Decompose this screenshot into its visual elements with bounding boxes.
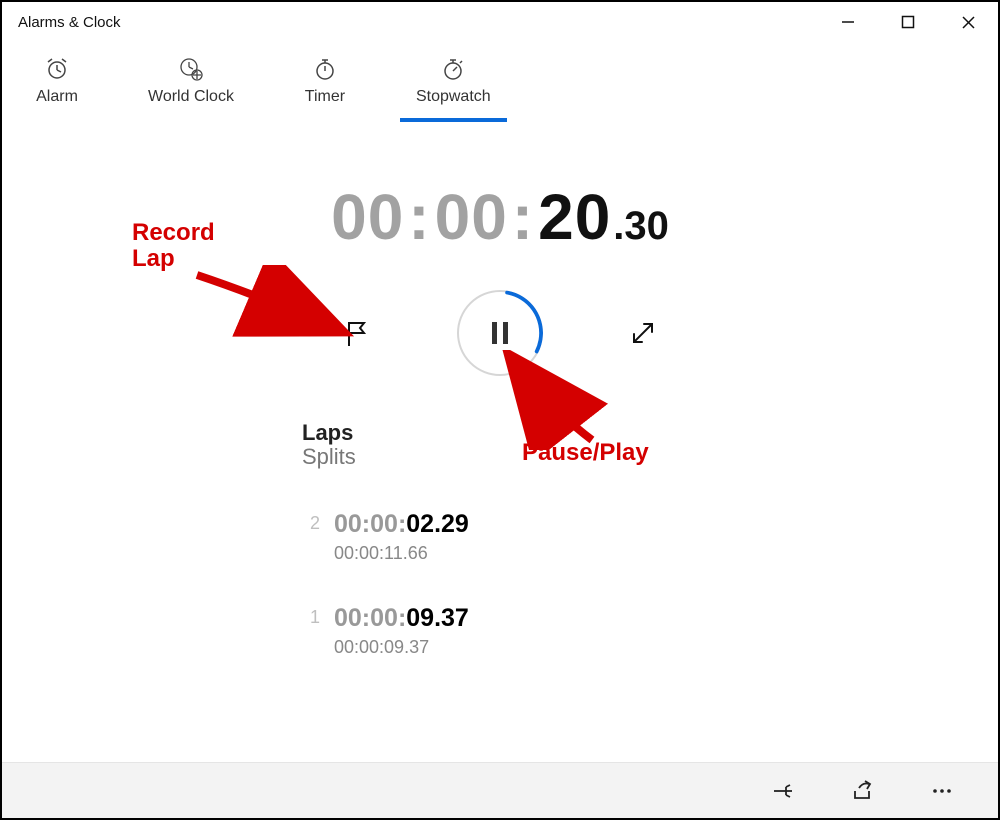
window-close-button[interactable]	[938, 2, 998, 42]
tab-label: World Clock	[148, 88, 234, 106]
time-minutes: 00	[435, 180, 508, 254]
tab-label: Alarm	[36, 88, 78, 106]
annotation-text: Lap	[132, 245, 175, 272]
stopwatch-time: 00 : 00 : 20 .30	[331, 180, 669, 254]
progress-arc-icon	[457, 290, 543, 376]
tab-world-clock[interactable]: World Clock	[132, 50, 250, 120]
lap-time-dim: 00:00:	[334, 604, 406, 632]
lap-index: 1	[302, 604, 320, 628]
lap-row: 1 00:00:09.37 00:00:09.37	[302, 604, 682, 658]
maximize-icon	[901, 15, 915, 29]
stopwatch-controls	[337, 290, 663, 376]
lap-index: 2	[302, 510, 320, 534]
time-colon: :	[404, 180, 434, 254]
timer-icon	[312, 56, 338, 82]
flag-icon	[342, 318, 372, 348]
time-hours: 00	[331, 180, 404, 254]
lap-time-dim: 00:00:	[334, 510, 406, 538]
tab-alarm[interactable]: Alarm	[12, 50, 102, 120]
title-bar: Alarms & Clock	[2, 2, 998, 42]
ellipsis-icon	[930, 779, 954, 803]
lap-row: 2 00:00:02.29 00:00:11.66	[302, 510, 682, 564]
pin-button[interactable]	[762, 771, 802, 811]
time-seconds: 20	[538, 180, 611, 254]
tab-stopwatch[interactable]: Stopwatch	[400, 50, 507, 120]
expand-icon	[629, 319, 657, 347]
splits-heading: Splits	[302, 444, 682, 470]
laps-heading: Laps	[302, 420, 682, 446]
window-minimize-button[interactable]	[818, 2, 878, 42]
more-button[interactable]	[922, 771, 962, 811]
laps-section: Laps Splits 2 00:00:02.29 00:00:11.66 1 …	[302, 420, 682, 658]
tab-bar: Alarm World Clock Timer Stopwatch	[2, 42, 998, 120]
pause-play-button[interactable]	[457, 290, 543, 376]
window-title: Alarms & Clock	[18, 14, 121, 31]
lap-time: 00:00:02.29	[334, 510, 469, 539]
stopwatch-icon	[440, 56, 466, 82]
world-clock-icon	[178, 56, 204, 82]
window-controls	[818, 2, 998, 42]
app-command-bar	[2, 762, 998, 818]
time-colon: :	[508, 180, 538, 254]
annotation-record-lap: Record Lap	[132, 220, 215, 273]
expand-button[interactable]	[623, 313, 663, 353]
lap-button[interactable]	[337, 313, 377, 353]
split-time: 00:00:09.37	[334, 637, 469, 658]
lap-time-bold: 09.37	[406, 604, 469, 632]
tab-timer[interactable]: Timer	[280, 50, 370, 120]
stopwatch-panel: 00 : 00 : 20 .30	[2, 120, 998, 760]
annotation-text: Record	[132, 219, 215, 246]
time-subseconds: .30	[613, 204, 669, 249]
pin-icon	[770, 779, 794, 803]
close-icon	[961, 15, 976, 30]
share-button[interactable]	[842, 771, 882, 811]
lap-time-bold: 02.29	[406, 510, 469, 538]
window-maximize-button[interactable]	[878, 2, 938, 42]
lap-time: 00:00:09.37	[334, 604, 469, 633]
share-icon	[850, 779, 874, 803]
annotation-arrow-icon	[187, 265, 357, 350]
tab-label: Timer	[305, 88, 345, 106]
split-time: 00:00:11.66	[334, 543, 469, 564]
tab-label: Stopwatch	[416, 88, 491, 106]
minimize-icon	[841, 15, 855, 29]
app-window: Alarms & Clock Alarm World Clock	[0, 0, 1000, 820]
alarm-icon	[44, 56, 70, 82]
